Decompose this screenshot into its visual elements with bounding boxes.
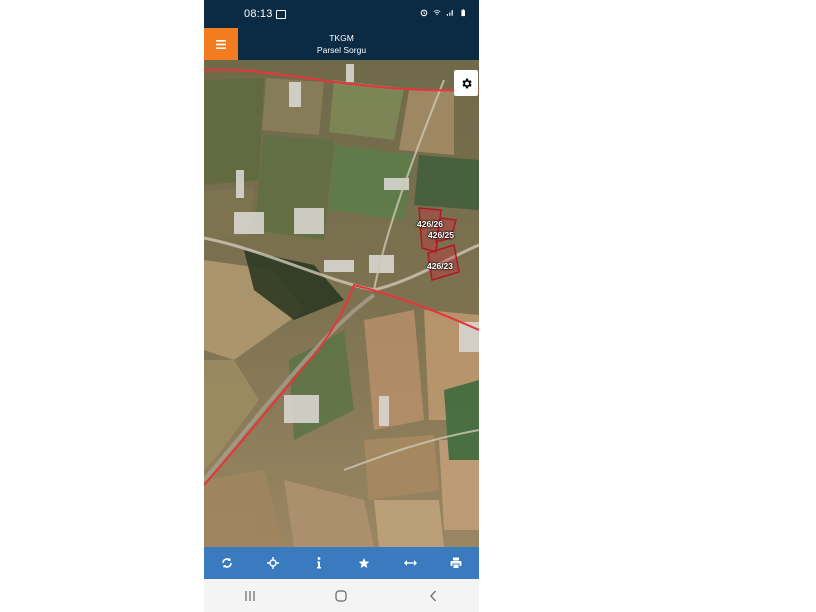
parcel-label-426-25[interactable]: 426/25: [428, 230, 454, 240]
print-icon: [450, 557, 462, 569]
signal-icon: [446, 10, 453, 16]
refresh-button[interactable]: [213, 549, 241, 577]
status-icons: [420, 8, 467, 17]
battery-icon: [461, 9, 465, 17]
status-bar: 08:13: [204, 0, 479, 28]
refresh-icon: [222, 558, 232, 568]
home-button[interactable]: [321, 582, 361, 610]
phone-screen: 08:13 TKGM Parsel Sorgu 426/26 426/25 42…: [204, 0, 479, 612]
favorite-button[interactable]: [350, 549, 378, 577]
wifi-icon: [433, 10, 441, 15]
satellite-map[interactable]: 426/26 426/25 426/23: [204, 60, 479, 547]
print-button[interactable]: [442, 549, 470, 577]
system-nav-bar: [204, 579, 479, 612]
status-time: 08:13: [244, 8, 273, 20]
home-icon: [335, 589, 348, 602]
gear-icon: [461, 78, 472, 88]
recent-apps-button[interactable]: [230, 582, 270, 610]
back-icon: [430, 590, 437, 601]
info-icon: [316, 557, 321, 569]
locate-icon: [266, 557, 279, 569]
back-button[interactable]: [413, 582, 453, 610]
app-title: TKGM: [329, 33, 354, 43]
map-toolbar: [204, 547, 479, 579]
recent-apps-icon: [245, 590, 255, 601]
map-imagery: [204, 60, 479, 547]
app-subtitle: Parsel Sorgu: [316, 45, 367, 55]
alarm-icon: [420, 9, 428, 17]
star-icon: [359, 558, 370, 568]
parcel-label-426-26[interactable]: 426/26: [417, 219, 443, 229]
settings-button[interactable]: [454, 70, 478, 96]
locate-button[interactable]: [259, 549, 287, 577]
measure-button[interactable]: [396, 549, 424, 577]
measure-icon: [403, 560, 417, 566]
gallery-notification-icon: [276, 10, 286, 19]
info-button[interactable]: [305, 549, 333, 577]
app-header: TKGM Parsel Sorgu: [204, 28, 479, 60]
parcel-label-426-23[interactable]: 426/23: [427, 261, 453, 271]
